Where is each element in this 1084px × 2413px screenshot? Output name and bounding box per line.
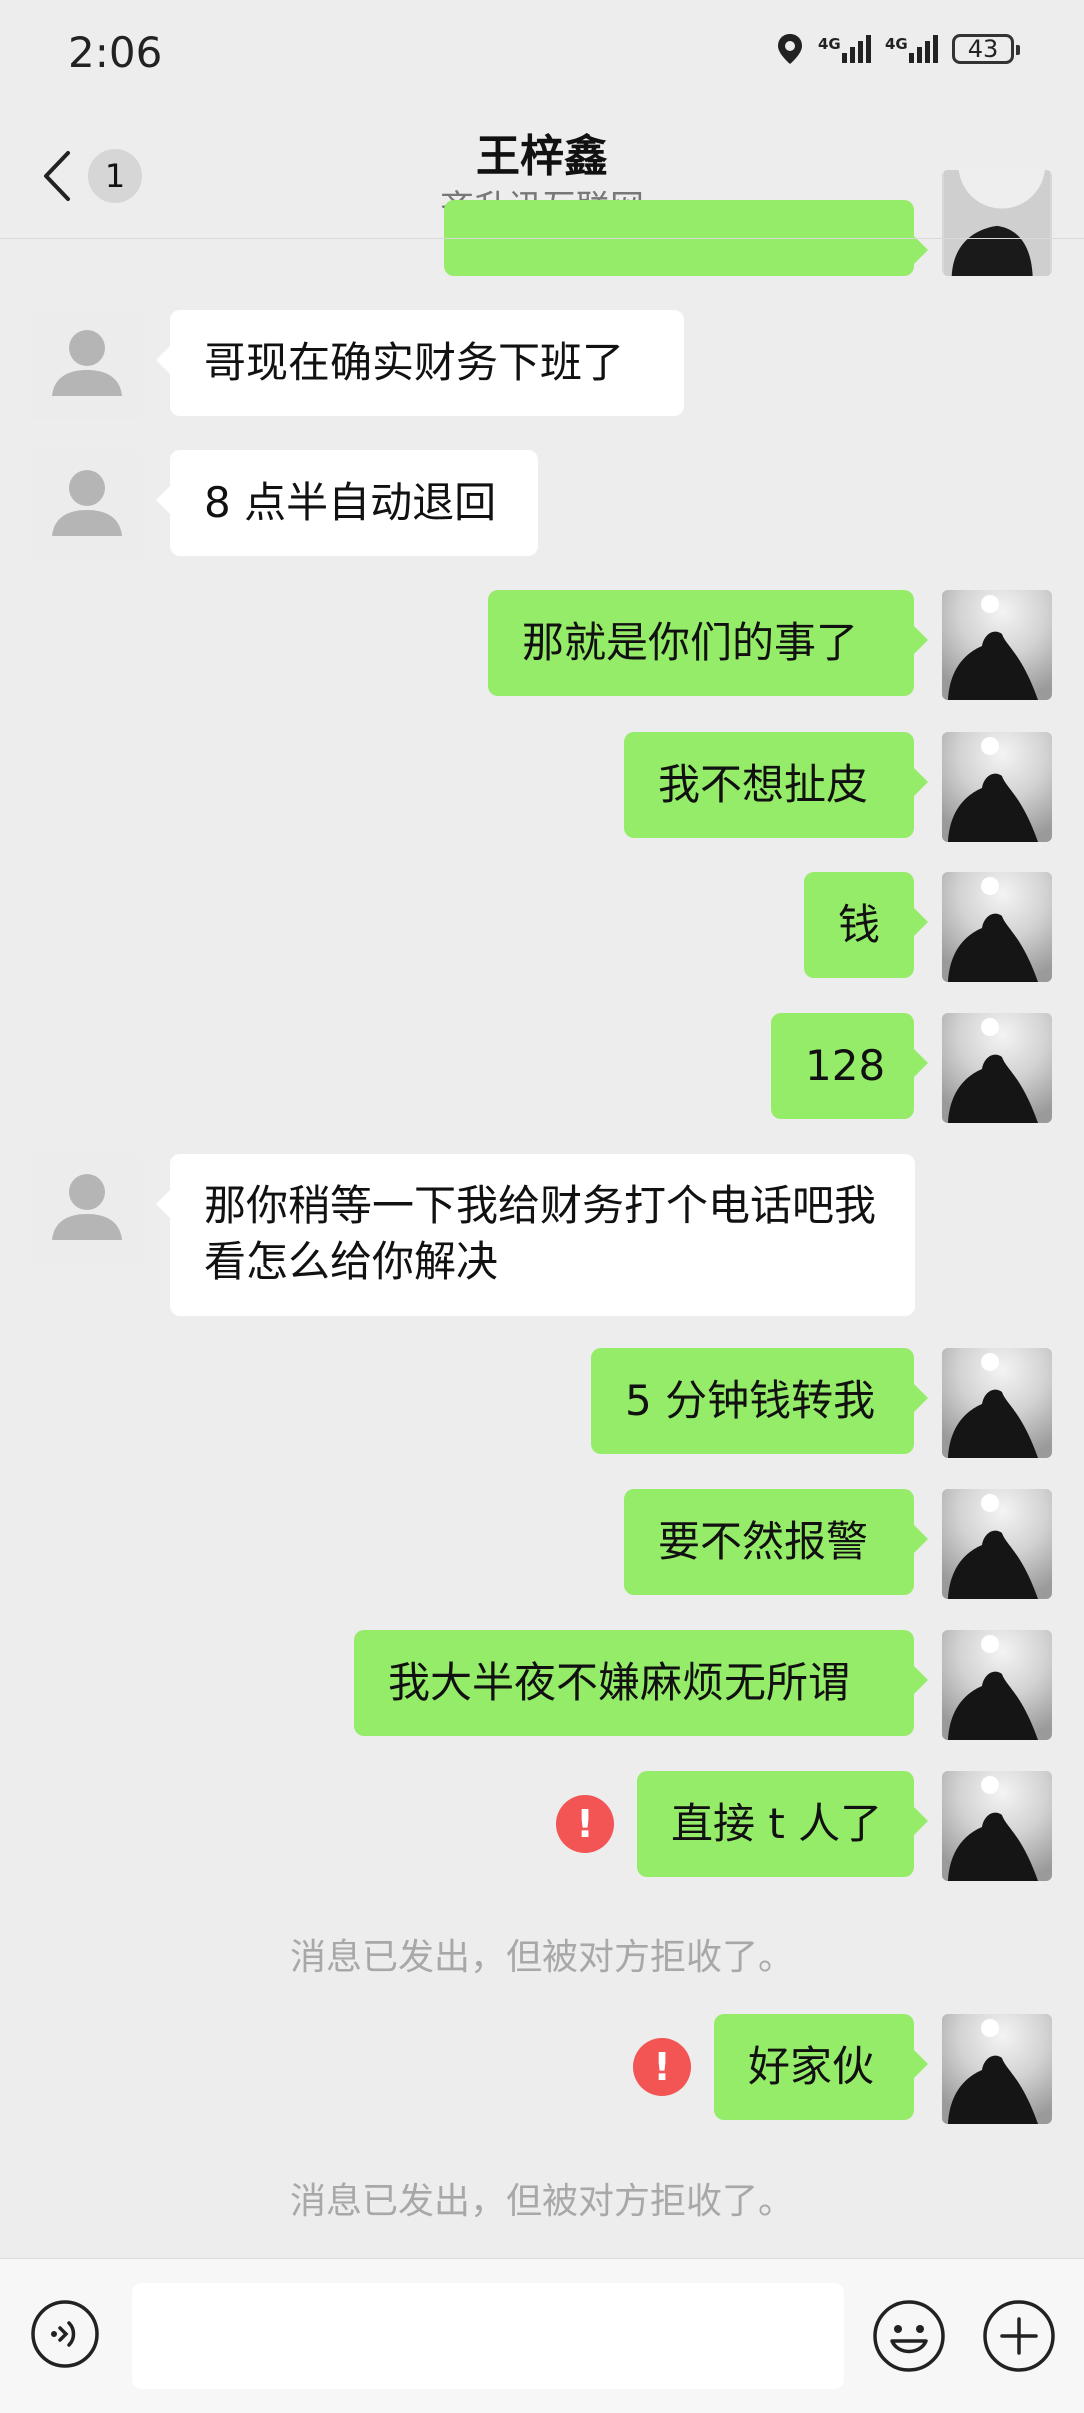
user-photo-icon: [942, 872, 1052, 982]
emoji-icon[interactable]: [872, 2299, 946, 2373]
user-photo-icon: [942, 1348, 1052, 1458]
outgoing-message-bubble[interactable]: 我不想扯皮: [624, 732, 928, 838]
user-photo-avatar[interactable]: [942, 1771, 1052, 1881]
status-bar: 2:06 4G 4G 43: [0, 0, 1084, 110]
status-time: 2:06: [68, 28, 163, 77]
user-photo-icon: [942, 732, 1052, 842]
input-bar: [0, 2258, 1084, 2413]
signal-strength-2: 4G: [885, 35, 938, 63]
location-icon: [778, 34, 802, 64]
user-photo-icon: [942, 590, 1052, 700]
default-avatar-icon: [32, 450, 142, 560]
user-photo-icon: [942, 2014, 1052, 2124]
battery-icon: 43: [952, 34, 1020, 64]
user-photo-icon: [942, 1489, 1052, 1599]
header-divider: [0, 238, 1084, 239]
error-icon[interactable]: !: [556, 1795, 614, 1853]
user-photo-icon: [942, 1013, 1052, 1123]
status-icons: 4G 4G 43: [776, 32, 1020, 66]
signal-strength-1: 4G: [818, 35, 871, 63]
error-icon[interactable]: !: [633, 2038, 691, 2096]
incoming-message-bubble[interactable]: 8 点半自动退回: [156, 450, 538, 556]
plus-icon[interactable]: [982, 2299, 1056, 2373]
system-notice: 消息已发出，但被对方拒收了。: [289, 2181, 794, 2222]
user-photo-avatar[interactable]: [942, 1489, 1052, 1599]
default-avatar-icon: [32, 1154, 142, 1264]
outgoing-message-bubble[interactable]: 我大半夜不嫌麻烦无所谓: [354, 1630, 928, 1736]
user-photo-avatar[interactable]: [942, 1013, 1052, 1123]
incoming-message-bubble[interactable]: 那你稍等一下我给财务打个电话吧我看怎么给你解决: [156, 1154, 915, 1316]
contact-avatar[interactable]: [32, 310, 142, 420]
outgoing-message-bubble[interactable]: 128: [771, 1013, 928, 1119]
network-type-1: 4G: [818, 35, 841, 53]
user-photo-avatar[interactable]: [942, 872, 1052, 982]
outgoing-message-bubble[interactable]: 好家伙: [714, 2014, 928, 2120]
chat-title: 王梓鑫: [476, 131, 608, 182]
voice-icon[interactable]: [30, 2299, 100, 2369]
outgoing-message-bubble[interactable]: 要不然报警: [624, 1489, 928, 1595]
outgoing-message-bubble[interactable]: 直接 t 人了: [637, 1771, 928, 1877]
contact-avatar[interactable]: [32, 1154, 142, 1264]
user-photo-avatar[interactable]: [942, 1630, 1052, 1740]
user-photo-avatar[interactable]: [942, 1348, 1052, 1458]
user-photo-icon: [942, 1771, 1052, 1881]
system-notice: 消息已发出，但被对方拒收了。: [289, 1937, 794, 1978]
network-type-2: 4G: [885, 35, 908, 53]
outgoing-message-bubble[interactable]: 5 分钟钱转我: [591, 1348, 928, 1454]
message-input[interactable]: [132, 2283, 844, 2389]
user-photo-icon: [942, 1630, 1052, 1740]
default-avatar-icon: [32, 310, 142, 420]
signal-bars-2-icon: [909, 35, 938, 63]
contact-avatar[interactable]: [32, 450, 142, 560]
incoming-message-bubble[interactable]: 哥现在确实财务下班了: [156, 310, 684, 416]
user-photo-avatar[interactable]: [942, 590, 1052, 700]
battery-level: 43: [967, 35, 999, 63]
outgoing-message-bubble[interactable]: 那就是你们的事了: [488, 590, 928, 696]
user-photo-avatar[interactable]: [942, 2014, 1052, 2124]
outgoing-message-bubble[interactable]: 钱: [804, 872, 928, 978]
user-photo-avatar[interactable]: [942, 170, 1052, 276]
signal-bars-1-icon: [842, 35, 871, 63]
user-photo-avatar[interactable]: [942, 732, 1052, 842]
